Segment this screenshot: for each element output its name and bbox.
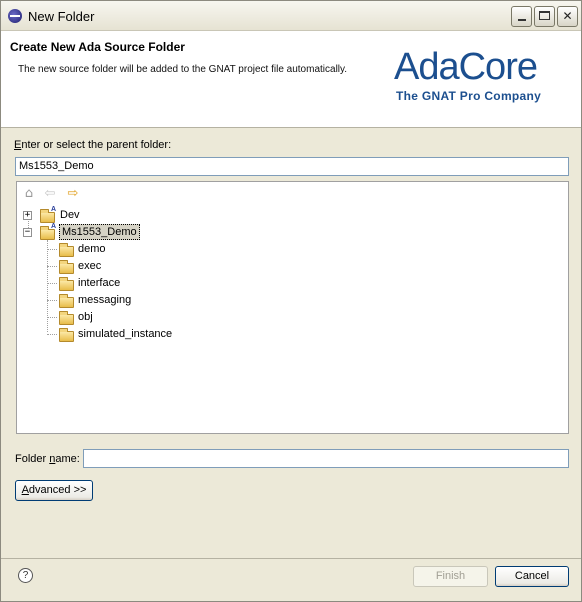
title-bar[interactable]: New Folder ✕ — [1, 1, 581, 31]
tree-guide — [47, 317, 57, 318]
tree-guide — [47, 249, 57, 250]
back-arrow-icon[interactable]: ⇦ — [42, 186, 58, 202]
home-icon[interactable]: ⌂ — [21, 186, 37, 202]
ada-project-badge-icon: A — [51, 223, 57, 230]
wizard-title: Create New Ada Source Folder — [10, 40, 185, 54]
folder-name-input[interactable] — [83, 449, 569, 468]
tree-item-label: demo — [78, 243, 106, 255]
tree-guide — [47, 240, 48, 332]
folder-tree[interactable]: ⌂ ⇦ ⇨ + A Dev − A Ms1553_Demo demo exec in… — [16, 181, 569, 434]
close-icon: ✕ — [562, 9, 573, 23]
folder-icon — [59, 260, 74, 274]
project-folder-open-icon — [40, 226, 55, 240]
logo-wordmark: AdaCore — [394, 46, 538, 88]
tree-guide — [47, 334, 57, 335]
folder-icon — [59, 294, 74, 308]
advanced-button[interactable]: Advanced >> — [15, 480, 93, 501]
separator — [1, 558, 581, 559]
parent-folder-label: Enter or select the parent folder: — [14, 139, 172, 151]
parent-folder-input[interactable]: Ms1553_Demo — [15, 157, 569, 176]
adacore-logo: AdaCore The GNAT Pro Company — [394, 45, 564, 125]
tree-item-label: obj — [78, 311, 93, 323]
folder-icon — [59, 311, 74, 325]
new-folder-dialog: New Folder ✕ Create New Ada Source Folde… — [0, 0, 582, 602]
logo-tagline: The GNAT Pro Company — [396, 89, 542, 103]
tree-item-label: messaging — [78, 294, 132, 306]
project-folder-icon — [40, 209, 55, 223]
finish-button[interactable]: Finish — [413, 566, 488, 587]
collapse-icon[interactable]: − — [23, 228, 32, 237]
tree-item-label: Dev — [60, 209, 80, 221]
wizard-description: The new source folder will be added to t… — [18, 64, 348, 75]
minimize-button[interactable] — [511, 6, 532, 27]
expand-icon[interactable]: + — [23, 211, 32, 220]
folder-name-label: Folder name: — [15, 453, 80, 465]
tree-guide — [47, 300, 57, 301]
minimize-icon — [517, 19, 526, 21]
eclipse-icon — [8, 9, 22, 23]
tree-item-label: interface — [78, 277, 121, 289]
tree-item-label: simulated_instance — [78, 328, 173, 340]
tree-guide — [47, 283, 57, 284]
maximize-button[interactable] — [534, 6, 555, 27]
wizard-header: Create New Ada Source Folder The new sou… — [1, 31, 581, 128]
folder-icon — [59, 277, 74, 291]
cancel-button[interactable]: Cancel — [495, 566, 569, 587]
ada-project-badge-icon: A — [51, 206, 57, 213]
tree-guide — [47, 266, 57, 267]
tree-item-label: exec — [78, 260, 102, 272]
maximize-icon — [539, 11, 550, 20]
close-button[interactable]: ✕ — [557, 6, 578, 27]
help-icon[interactable]: ? — [18, 568, 33, 583]
folder-icon — [59, 243, 74, 257]
tree-item-label: Ms1553_Demo — [59, 224, 140, 240]
forward-arrow-icon[interactable]: ⇨ — [65, 186, 81, 202]
window-title: New Folder — [28, 9, 95, 24]
folder-icon — [59, 328, 74, 342]
